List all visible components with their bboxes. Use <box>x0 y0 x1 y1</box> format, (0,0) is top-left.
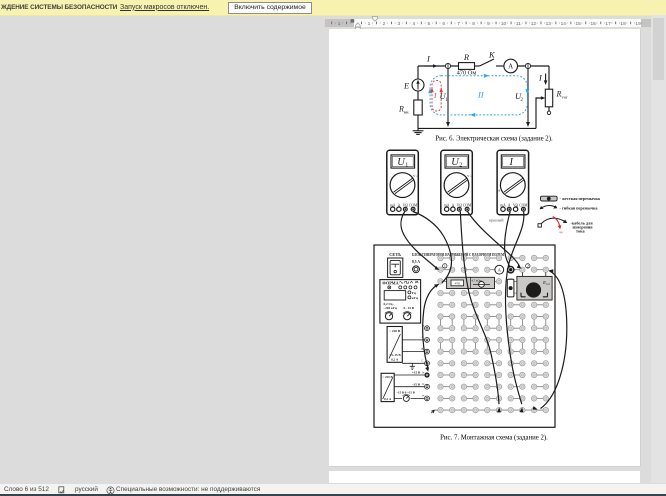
svg-text:С: С <box>422 360 424 363</box>
svg-text:A: A <box>508 203 511 207</box>
svg-text:БЛОК ГЕНЕРАТОРОВ НАПРЯЖЕНИЙ С: БЛОК ГЕНЕРАТОРОВ НАПРЯЖЕНИЙ С НАБОРНЫМ П… <box>412 252 504 257</box>
svg-text:470: 470 <box>455 282 460 286</box>
svg-text:СЕТЬ: СЕТЬ <box>389 252 401 257</box>
svg-text:0,2 А: 0,2 А <box>384 397 392 401</box>
svg-text:2: 2 <box>521 98 524 103</box>
svg-text:A =: A = <box>498 188 503 192</box>
svg-text:II: II <box>477 90 485 100</box>
svg-text:кр: кр <box>560 230 564 234</box>
svg-text:0,2 А: 0,2 А <box>391 357 399 361</box>
svg-text:..200 кГц: ..200 кГц <box>384 306 397 310</box>
svg-text:var: var <box>562 94 568 99</box>
svg-text:+15 В: +15 В <box>412 371 421 375</box>
svg-text:VΩ: VΩ <box>403 203 409 207</box>
svg-text:- гибкая перемычка: - гибкая перемычка <box>560 206 599 211</box>
svg-text:0,5 А: 0,5 А <box>412 260 420 264</box>
svg-text:0.. 15 В: 0.. 15 В <box>404 306 415 310</box>
svg-text:ФОРМА: ФОРМА <box>382 281 398 286</box>
svg-text:~ 220 В: ~ 220 В <box>389 329 401 333</box>
svg-text:R: R <box>463 52 470 62</box>
svg-text:Гц: Гц <box>412 291 416 295</box>
svg-text:–15 В: –15 В <box>411 382 421 386</box>
svg-text:V =: V = <box>467 174 472 178</box>
svg-text:вн.: вн. <box>404 109 410 114</box>
svg-text:K: K <box>488 50 496 60</box>
svg-text:–15 В 0 +15 В: –15 В 0 +15 В <box>396 391 415 395</box>
svg-text:I: I <box>433 92 437 100</box>
svg-text:var: var <box>546 282 550 286</box>
svg-text:тока: тока <box>576 228 585 233</box>
svg-text:1: 1 <box>444 264 446 269</box>
svg-text:I: I <box>509 157 514 168</box>
svg-text:~ 5..15 В: ~ 5..15 В <box>389 353 402 357</box>
svg-text:COM: COM <box>463 203 472 207</box>
svg-text:VΩ: VΩ <box>457 203 463 207</box>
svg-text:Рис. 7. Монтажная схема (задан: Рис. 7. Монтажная схема (задание 2). <box>440 435 548 442</box>
svg-text:1: 1 <box>405 163 408 169</box>
svg-text:E: E <box>403 81 410 91</box>
svg-text:- жесткая перемычка: - жесткая перемычка <box>560 196 601 201</box>
svg-text:V =: V = <box>413 174 418 178</box>
svg-text:COM: COM <box>519 203 528 207</box>
svg-text:COM: COM <box>409 203 418 207</box>
svg-text:красный: красный <box>489 218 504 223</box>
svg-text:I: I <box>426 54 431 64</box>
svg-text:I: I <box>538 73 543 83</box>
svg-text:Рис. 6. Электрическая схема (з: Рис. 6. Электрическая схема (задание 2). <box>435 136 553 143</box>
svg-text:470 Ом: 470 Ом <box>457 70 477 77</box>
svg-text:2: 2 <box>527 264 529 269</box>
svg-text:A: A <box>508 63 513 71</box>
svg-text:2: 2 <box>459 163 462 169</box>
svg-text:кГц: кГц <box>412 296 418 300</box>
